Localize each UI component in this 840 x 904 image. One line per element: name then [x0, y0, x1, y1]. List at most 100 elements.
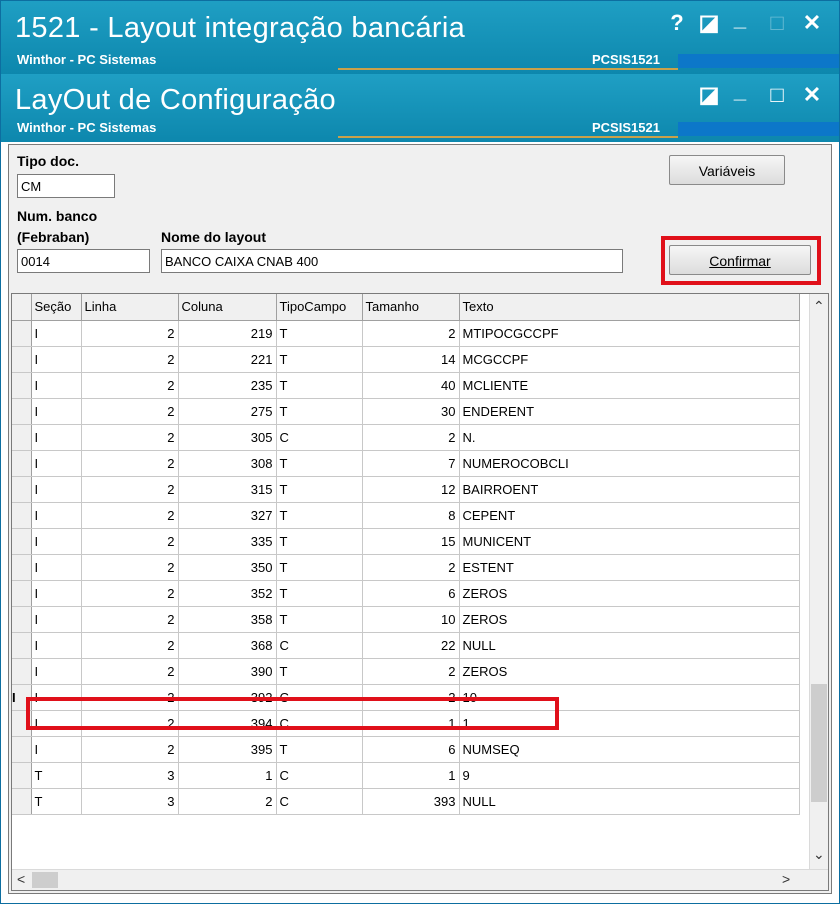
- cell-coluna[interactable]: 335: [178, 528, 277, 555]
- cell-secao[interactable]: I: [31, 450, 82, 477]
- cell-secao[interactable]: I: [31, 710, 82, 737]
- cell-secao[interactable]: I: [31, 424, 82, 451]
- cell-linha[interactable]: 2: [81, 554, 179, 581]
- restore-icon[interactable]: ◪: [697, 12, 721, 34]
- scroll-left-icon[interactable]: <: [17, 871, 25, 887]
- table-row[interactable]: I 2 395 T 6 NUMSEQ: [12, 736, 800, 763]
- horizontal-scrollbar[interactable]: < >: [12, 869, 828, 890]
- cell-tipocampo[interactable]: T: [276, 580, 363, 607]
- row-indicator[interactable]: [12, 398, 32, 425]
- cell-coluna[interactable]: 219: [178, 320, 277, 347]
- row-indicator[interactable]: [12, 632, 32, 659]
- cell-linha[interactable]: 2: [81, 710, 179, 737]
- cell-texto[interactable]: CEPENT: [459, 502, 800, 529]
- cell-coluna[interactable]: 350: [178, 554, 277, 581]
- cell-coluna[interactable]: 221: [178, 346, 277, 373]
- cell-tipocampo[interactable]: T: [276, 606, 363, 633]
- cell-secao[interactable]: T: [31, 762, 82, 789]
- cell-coluna[interactable]: 392: [178, 684, 277, 711]
- cell-secao[interactable]: T: [31, 788, 82, 815]
- cell-texto[interactable]: N.: [459, 424, 800, 451]
- row-indicator[interactable]: [12, 450, 32, 477]
- cell-secao[interactable]: I: [31, 580, 82, 607]
- table-row[interactable]: I 2 235 T 40 MCLIENTE: [12, 372, 800, 399]
- cell-linha[interactable]: 2: [81, 632, 179, 659]
- close-button[interactable]: ✕: [800, 12, 824, 34]
- minimize-button[interactable]: _: [728, 80, 752, 102]
- cell-linha[interactable]: 2: [81, 684, 179, 711]
- cell-tipocampo[interactable]: T: [276, 398, 363, 425]
- row-indicator[interactable]: [12, 502, 32, 529]
- table-row[interactable]: I 2 390 T 2 ZEROS: [12, 658, 800, 685]
- cell-tipocampo[interactable]: T: [276, 320, 363, 347]
- cell-tipocampo[interactable]: T: [276, 346, 363, 373]
- layout-grid[interactable]: Seção Linha Coluna TipoCampo Tamanho Tex…: [11, 293, 829, 891]
- table-row[interactable]: I 2 315 T 12 BAIRROENT: [12, 476, 800, 503]
- num-banco-field[interactable]: 0014: [17, 249, 150, 273]
- cell-coluna[interactable]: 315: [178, 476, 277, 503]
- cell-tamanho[interactable]: 7: [362, 450, 460, 477]
- restore-icon[interactable]: ◪: [697, 84, 721, 106]
- cell-texto[interactable]: MCLIENTE: [459, 372, 800, 399]
- cell-linha[interactable]: 2: [81, 320, 179, 347]
- cell-coluna[interactable]: 390: [178, 658, 277, 685]
- cell-secao[interactable]: I: [31, 346, 82, 373]
- cell-tipocampo[interactable]: C: [276, 424, 363, 451]
- cell-linha[interactable]: 2: [81, 398, 179, 425]
- table-row[interactable]: I 2 308 T 7 NUMEROCOBCLI: [12, 450, 800, 477]
- cell-linha[interactable]: 3: [81, 762, 179, 789]
- cell-tamanho[interactable]: 393: [362, 788, 460, 815]
- cell-texto[interactable]: 1: [459, 710, 800, 737]
- cell-secao[interactable]: I: [31, 476, 82, 503]
- cell-tipocampo[interactable]: C: [276, 788, 363, 815]
- cell-tipocampo[interactable]: T: [276, 528, 363, 555]
- cell-tamanho[interactable]: 2: [362, 320, 460, 347]
- cell-linha[interactable]: 2: [81, 346, 179, 373]
- cell-coluna[interactable]: 305: [178, 424, 277, 451]
- table-row[interactable]: I 2 352 T 6 ZEROS: [12, 580, 800, 607]
- cell-coluna[interactable]: 275: [178, 398, 277, 425]
- cell-linha[interactable]: 2: [81, 658, 179, 685]
- cell-coluna[interactable]: 308: [178, 450, 277, 477]
- maximize-button[interactable]: □: [765, 84, 789, 106]
- cell-tipocampo[interactable]: T: [276, 736, 363, 763]
- col-header-texto[interactable]: Texto: [459, 294, 800, 321]
- cell-linha[interactable]: 2: [81, 476, 179, 503]
- cell-tamanho[interactable]: 14: [362, 346, 460, 373]
- row-indicator[interactable]: [12, 788, 32, 815]
- cell-linha[interactable]: 2: [81, 450, 179, 477]
- cell-tamanho[interactable]: 40: [362, 372, 460, 399]
- cell-secao[interactable]: I: [31, 658, 82, 685]
- close-button[interactable]: ✕: [800, 84, 824, 106]
- cell-texto[interactable]: MCGCCPF: [459, 346, 800, 373]
- table-row[interactable]: I 2 327 T 8 CEPENT: [12, 502, 800, 529]
- cell-linha[interactable]: 2: [81, 580, 179, 607]
- cell-linha[interactable]: 2: [81, 528, 179, 555]
- cell-tipocampo[interactable]: T: [276, 476, 363, 503]
- cell-tipocampo[interactable]: C: [276, 762, 363, 789]
- cell-tipocampo[interactable]: T: [276, 554, 363, 581]
- vertical-scroll-thumb[interactable]: [811, 684, 827, 802]
- row-indicator[interactable]: [12, 424, 32, 451]
- table-row[interactable]: T31C19: [12, 762, 800, 789]
- cell-texto[interactable]: ZEROS: [459, 606, 800, 633]
- cell-texto[interactable]: NUMEROCOBCLI: [459, 450, 800, 477]
- table-row[interactable]: I 2 275 T 30 ENDERENT: [12, 398, 800, 425]
- cell-texto[interactable]: ZEROS: [459, 580, 800, 607]
- cell-tamanho[interactable]: 2: [362, 658, 460, 685]
- cell-linha[interactable]: 3: [81, 788, 179, 815]
- cell-tamanho[interactable]: 15: [362, 528, 460, 555]
- tipo-doc-field[interactable]: CM: [17, 174, 115, 198]
- cell-secao[interactable]: I: [31, 528, 82, 555]
- minimize-button[interactable]: _: [728, 8, 752, 30]
- cell-texto[interactable]: ZEROS: [459, 658, 800, 685]
- scroll-down-icon[interactable]: ⌄: [813, 846, 825, 863]
- table-row[interactable]: I 2 219 T 2 MTIPOCGCCPF: [12, 320, 800, 347]
- cell-coluna[interactable]: 368: [178, 632, 277, 659]
- cell-tamanho[interactable]: 22: [362, 632, 460, 659]
- variaveis-button[interactable]: Variáveis: [669, 155, 785, 185]
- cell-tamanho[interactable]: 10: [362, 606, 460, 633]
- cell-tipocampo[interactable]: T: [276, 450, 363, 477]
- table-row[interactable]: I 2 368 C 22 NULL: [12, 632, 800, 659]
- table-row[interactable]: I 2 221 T 14 MCGCCPF: [12, 346, 800, 373]
